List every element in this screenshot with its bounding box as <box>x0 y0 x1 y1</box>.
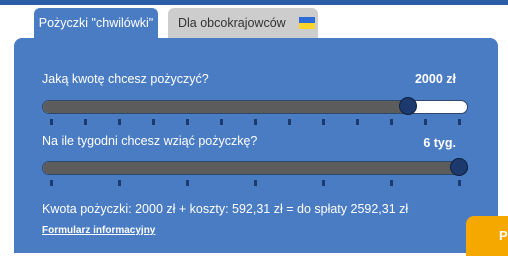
weeks-slider-fill <box>43 162 460 174</box>
tab-foreigners-label: Dla obcokrajowców <box>178 16 286 30</box>
slider-tick <box>287 119 291 125</box>
slider-tick <box>457 119 461 125</box>
slider-tick <box>321 180 325 186</box>
slider-tick <box>321 119 325 125</box>
weeks-slider[interactable] <box>42 158 468 176</box>
weeks-question: Na ile tygodni chcesz wziąć pożyczkę? <box>42 134 258 148</box>
slider-tick <box>355 119 359 125</box>
slider-tick <box>389 180 393 186</box>
slider-tick <box>49 119 53 125</box>
slider-tick <box>117 119 121 125</box>
amount-slider-fill <box>43 101 409 113</box>
slider-tick <box>253 180 257 186</box>
amount-value: 2000 zł <box>414 72 456 86</box>
loan-calculator-panel: Jaką kwotę chcesz pożyczyć? 2000 zł Na i… <box>14 38 498 253</box>
amount-slider-ticks <box>42 119 468 125</box>
slider-tick <box>83 119 87 125</box>
tab-foreigners[interactable]: Dla obcokrajowców <box>168 8 318 38</box>
apply-button[interactable]: P <box>466 216 508 256</box>
info-form-link[interactable]: Formularz informacyjny <box>42 225 155 236</box>
slider-tick <box>389 119 393 125</box>
amount-slider-handle[interactable] <box>399 97 417 115</box>
weeks-value: 6 tyg. <box>423 136 456 150</box>
slider-tick <box>151 119 155 125</box>
apply-button-label: P <box>499 228 508 243</box>
slider-tick <box>117 180 121 186</box>
top-bar <box>0 0 508 5</box>
tab-payday-loans[interactable]: Pożyczki "chwilówki" <box>34 8 158 38</box>
weeks-slider-handle[interactable] <box>450 158 468 176</box>
slider-tick <box>423 119 427 125</box>
weeks-slider-track[interactable] <box>42 161 468 175</box>
slider-tick <box>219 119 223 125</box>
slider-tick <box>185 180 189 186</box>
slider-tick <box>457 180 461 186</box>
loan-summary: Kwota pożyczki: 2000 zł + koszty: 592,31… <box>42 202 409 216</box>
slider-tick <box>185 119 189 125</box>
amount-question: Jaką kwotę chcesz pożyczyć? <box>42 72 209 86</box>
amount-slider[interactable] <box>42 97 468 115</box>
slider-tick <box>253 119 257 125</box>
slider-tick <box>49 180 53 186</box>
weeks-slider-ticks <box>42 180 468 186</box>
ukraine-flag-icon <box>299 17 316 29</box>
